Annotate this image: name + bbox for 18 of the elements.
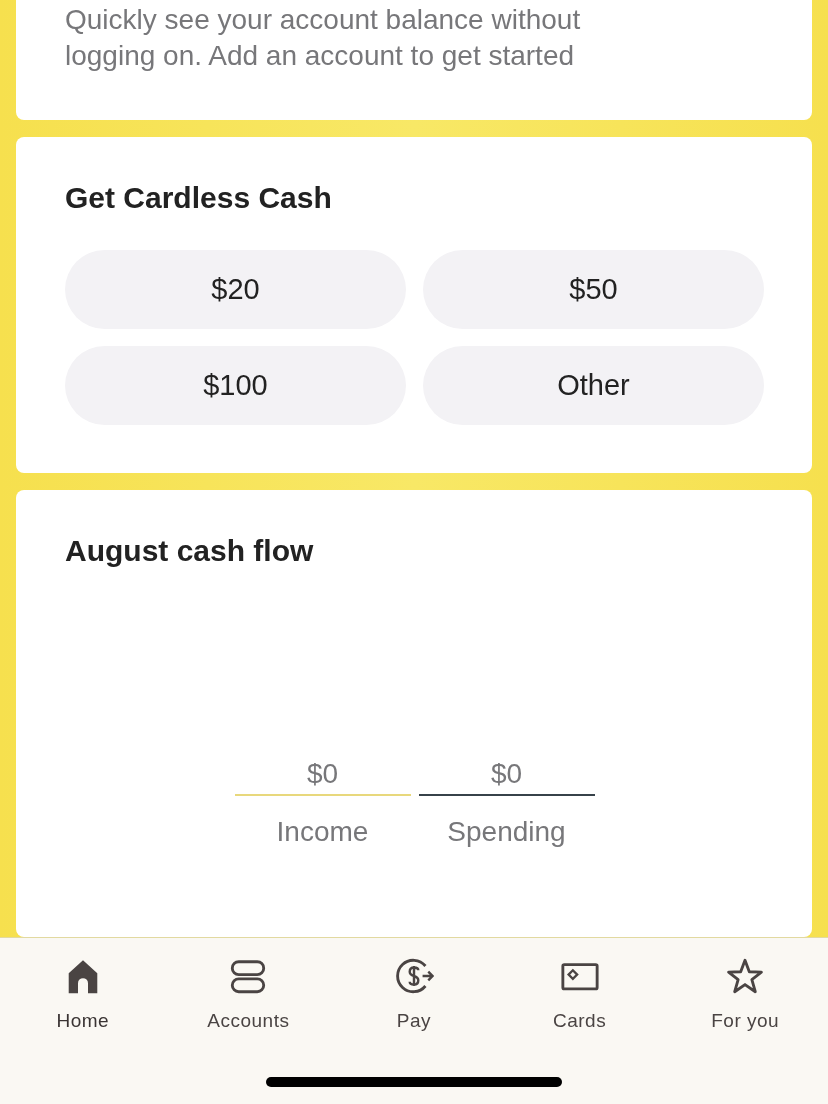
section-title: August cash flow [65,534,315,568]
amount-button[interactable]: $50 [423,250,764,329]
dollar-arrow-icon [394,956,434,996]
amount-button[interactable]: $20 [65,250,406,329]
section-title: Get Cardless Cash [65,181,333,215]
tab-item[interactable]: Pay [354,956,474,1032]
amount-button[interactable]: $100 [65,346,406,425]
tab-item[interactable]: For you [685,956,806,1032]
legend-label: Spending [447,816,566,848]
amount-value: $0 [306,758,339,791]
tab-item[interactable]: Cards [519,956,640,1032]
star-icon [725,956,766,996]
tab-item[interactable]: Accounts [188,956,309,1032]
tab-item[interactable]: Home [22,956,143,1032]
amount-value: $0 [490,758,523,791]
balance-description: Quickly see your account balance without logging on. Add an account to get started [65,3,582,73]
amount-button[interactable]: Other [423,346,764,425]
legend-label: Income [276,816,369,848]
